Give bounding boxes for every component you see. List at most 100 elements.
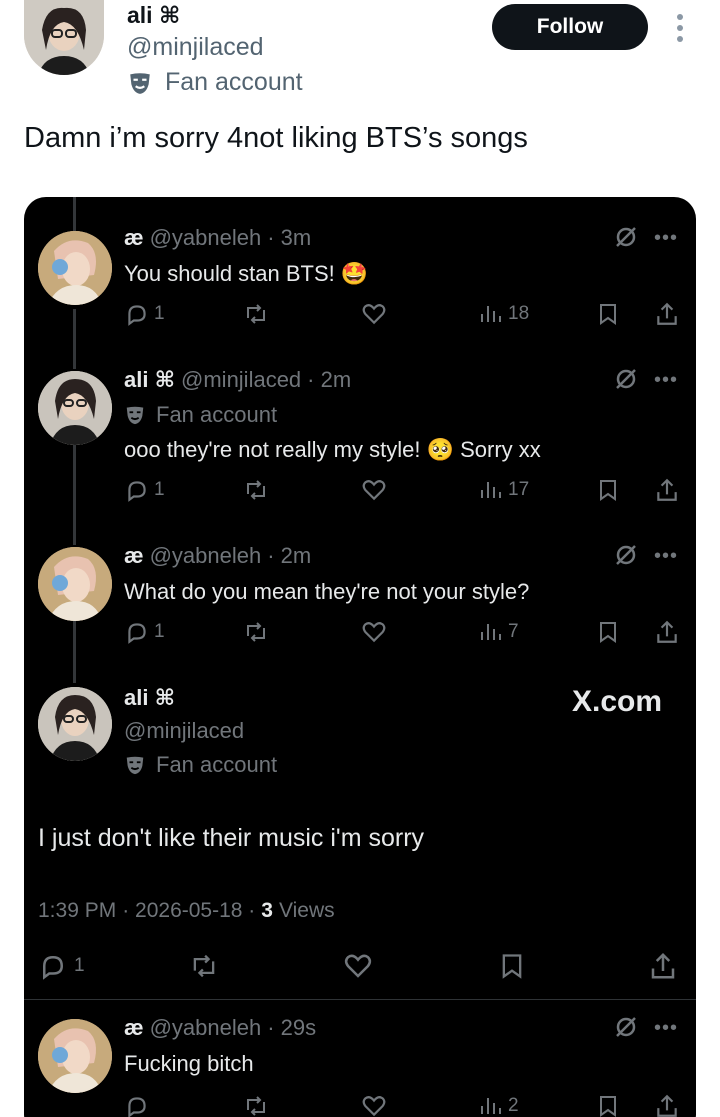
- heart-icon: [362, 622, 386, 643]
- more-options-icon[interactable]: [672, 12, 688, 46]
- reply-more-icon[interactable]: •••: [654, 1017, 678, 1040]
- emoji: 🥺: [426, 437, 454, 462]
- bookmark-button[interactable]: [596, 301, 620, 327]
- repost-icon: [193, 954, 215, 978]
- reply-button[interactable]: 1: [124, 301, 165, 327]
- bookmark-button[interactable]: [596, 619, 620, 645]
- views-count: 18: [508, 303, 530, 324]
- mask-icon: [130, 72, 150, 94]
- reply-button[interactable]: 1: [38, 951, 85, 981]
- emoji: 🤩: [340, 261, 369, 286]
- views-count: 3: [261, 899, 273, 922]
- reply-author-name[interactable]: ali ⌘: [124, 367, 175, 393]
- like-button[interactable]: [360, 301, 388, 327]
- main-actions: 1: [38, 951, 688, 985]
- grok-icon[interactable]: [614, 367, 638, 396]
- name-glyph: ⌘: [158, 2, 181, 28]
- reply-count: 1: [154, 621, 165, 642]
- grok-icon[interactable]: [614, 1015, 638, 1044]
- avatar[interactable]: [38, 1019, 112, 1093]
- like-button[interactable]: [360, 1093, 388, 1117]
- reply-author-name[interactable]: æ: [124, 1015, 144, 1041]
- author-handle[interactable]: @minjilaced: [127, 33, 264, 62]
- reply-header: ali ⌘ @minjilaced · 2m: [124, 367, 351, 393]
- views-button[interactable]: 18: [478, 301, 529, 327]
- avatar[interactable]: [24, 0, 104, 75]
- reply-button[interactable]: [124, 1093, 150, 1117]
- bookmark-icon: [600, 622, 616, 643]
- reply-actions: 2: [124, 1093, 684, 1117]
- views-button[interactable]: 7: [478, 619, 519, 645]
- fan-account-badge: Fan account: [124, 752, 277, 778]
- reply-time[interactable]: · 2m: [267, 543, 311, 569]
- repost-button[interactable]: [188, 951, 220, 981]
- reply-icon: [128, 623, 146, 644]
- views-label: Views: [278, 899, 335, 922]
- like-button[interactable]: [360, 477, 388, 503]
- reply-more-icon[interactable]: •••: [654, 369, 678, 392]
- share-button[interactable]: [654, 1093, 680, 1117]
- bookmark-icon: [600, 480, 616, 501]
- share-button[interactable]: [654, 301, 680, 327]
- embedded-screenshot: æ @yabneleh · 3m ••• You should stan BTS…: [24, 197, 696, 1117]
- reply-time[interactable]: · 2m: [307, 367, 351, 393]
- views-button[interactable]: 2: [478, 1093, 519, 1117]
- reply-author-handle[interactable]: @yabneleh: [150, 1015, 262, 1041]
- tweet-timestamp: 1:39 PM · 2026-05-18 · 3 Views: [38, 899, 335, 923]
- tweet-date[interactable]: · 2026-05-18 ·: [122, 899, 255, 923]
- author-name[interactable]: ali ⌘: [127, 2, 180, 29]
- views-button[interactable]: 17: [478, 477, 529, 503]
- repost-button[interactable]: [242, 477, 270, 503]
- reply-text: Fucking bitch: [124, 1051, 254, 1076]
- reply-author-handle[interactable]: @yabneleh: [150, 543, 262, 569]
- x-watermark: X.com: [572, 685, 663, 718]
- mask-icon: [126, 756, 144, 775]
- like-button[interactable]: [360, 619, 388, 645]
- bookmark-button[interactable]: [596, 477, 620, 503]
- share-button[interactable]: [654, 477, 680, 503]
- avatar[interactable]: [38, 371, 112, 445]
- grok-icon[interactable]: [614, 543, 638, 572]
- repost-button[interactable]: [242, 619, 270, 645]
- bookmark-button[interactable]: [498, 951, 526, 981]
- views-count: 17: [508, 479, 530, 500]
- repost-icon: [247, 304, 265, 324]
- reply-actions: 1 18: [124, 301, 684, 331]
- share-button[interactable]: [654, 619, 680, 645]
- tweet-time[interactable]: 1:39 PM: [38, 899, 116, 923]
- follow-button[interactable]: Follow: [492, 4, 648, 50]
- like-button[interactable]: [342, 951, 374, 981]
- reply-button[interactable]: 1: [124, 619, 165, 645]
- reply-more-icon[interactable]: •••: [654, 227, 678, 250]
- reply-button[interactable]: 1: [124, 477, 165, 503]
- reply-more-icon[interactable]: •••: [654, 545, 678, 568]
- fan-account-badge: Fan account: [124, 402, 277, 428]
- heart-icon: [344, 954, 372, 978]
- views-icon: [481, 1098, 501, 1114]
- avatar[interactable]: [38, 231, 112, 305]
- avatar[interactable]: [38, 687, 112, 761]
- reply-author-handle[interactable]: @minjilaced: [181, 367, 301, 393]
- reply-text: ooo they're not really my style! 🥺 Sorry…: [124, 437, 541, 462]
- reply-time[interactable]: · 3m: [267, 225, 311, 251]
- grok-icon[interactable]: [614, 225, 638, 254]
- post-text: Damn i’m sorry 4not liking BTS’s songs: [24, 122, 528, 154]
- repost-button[interactable]: [242, 1093, 270, 1117]
- repost-button[interactable]: [242, 301, 270, 327]
- views-icon: [481, 482, 501, 498]
- views-icon: [481, 624, 501, 640]
- reply-icon: [128, 481, 146, 502]
- reply-author-name[interactable]: æ: [124, 543, 144, 569]
- reply-text: You should stan BTS! 🤩: [124, 261, 369, 286]
- share-button[interactable]: [648, 951, 678, 981]
- avatar[interactable]: [38, 547, 112, 621]
- bookmark-button[interactable]: [596, 1093, 620, 1117]
- reply-actions: 1 17: [124, 477, 684, 507]
- thread-line: [73, 309, 76, 369]
- reply-author-handle[interactable]: @yabneleh: [150, 225, 262, 251]
- reply-author-name[interactable]: æ: [124, 225, 144, 251]
- main-author-handle[interactable]: @minjilaced: [124, 718, 244, 744]
- reply-time[interactable]: · 29s: [267, 1015, 316, 1041]
- main-author-name[interactable]: ali ⌘: [124, 685, 175, 711]
- reply-count: 1: [74, 955, 85, 976]
